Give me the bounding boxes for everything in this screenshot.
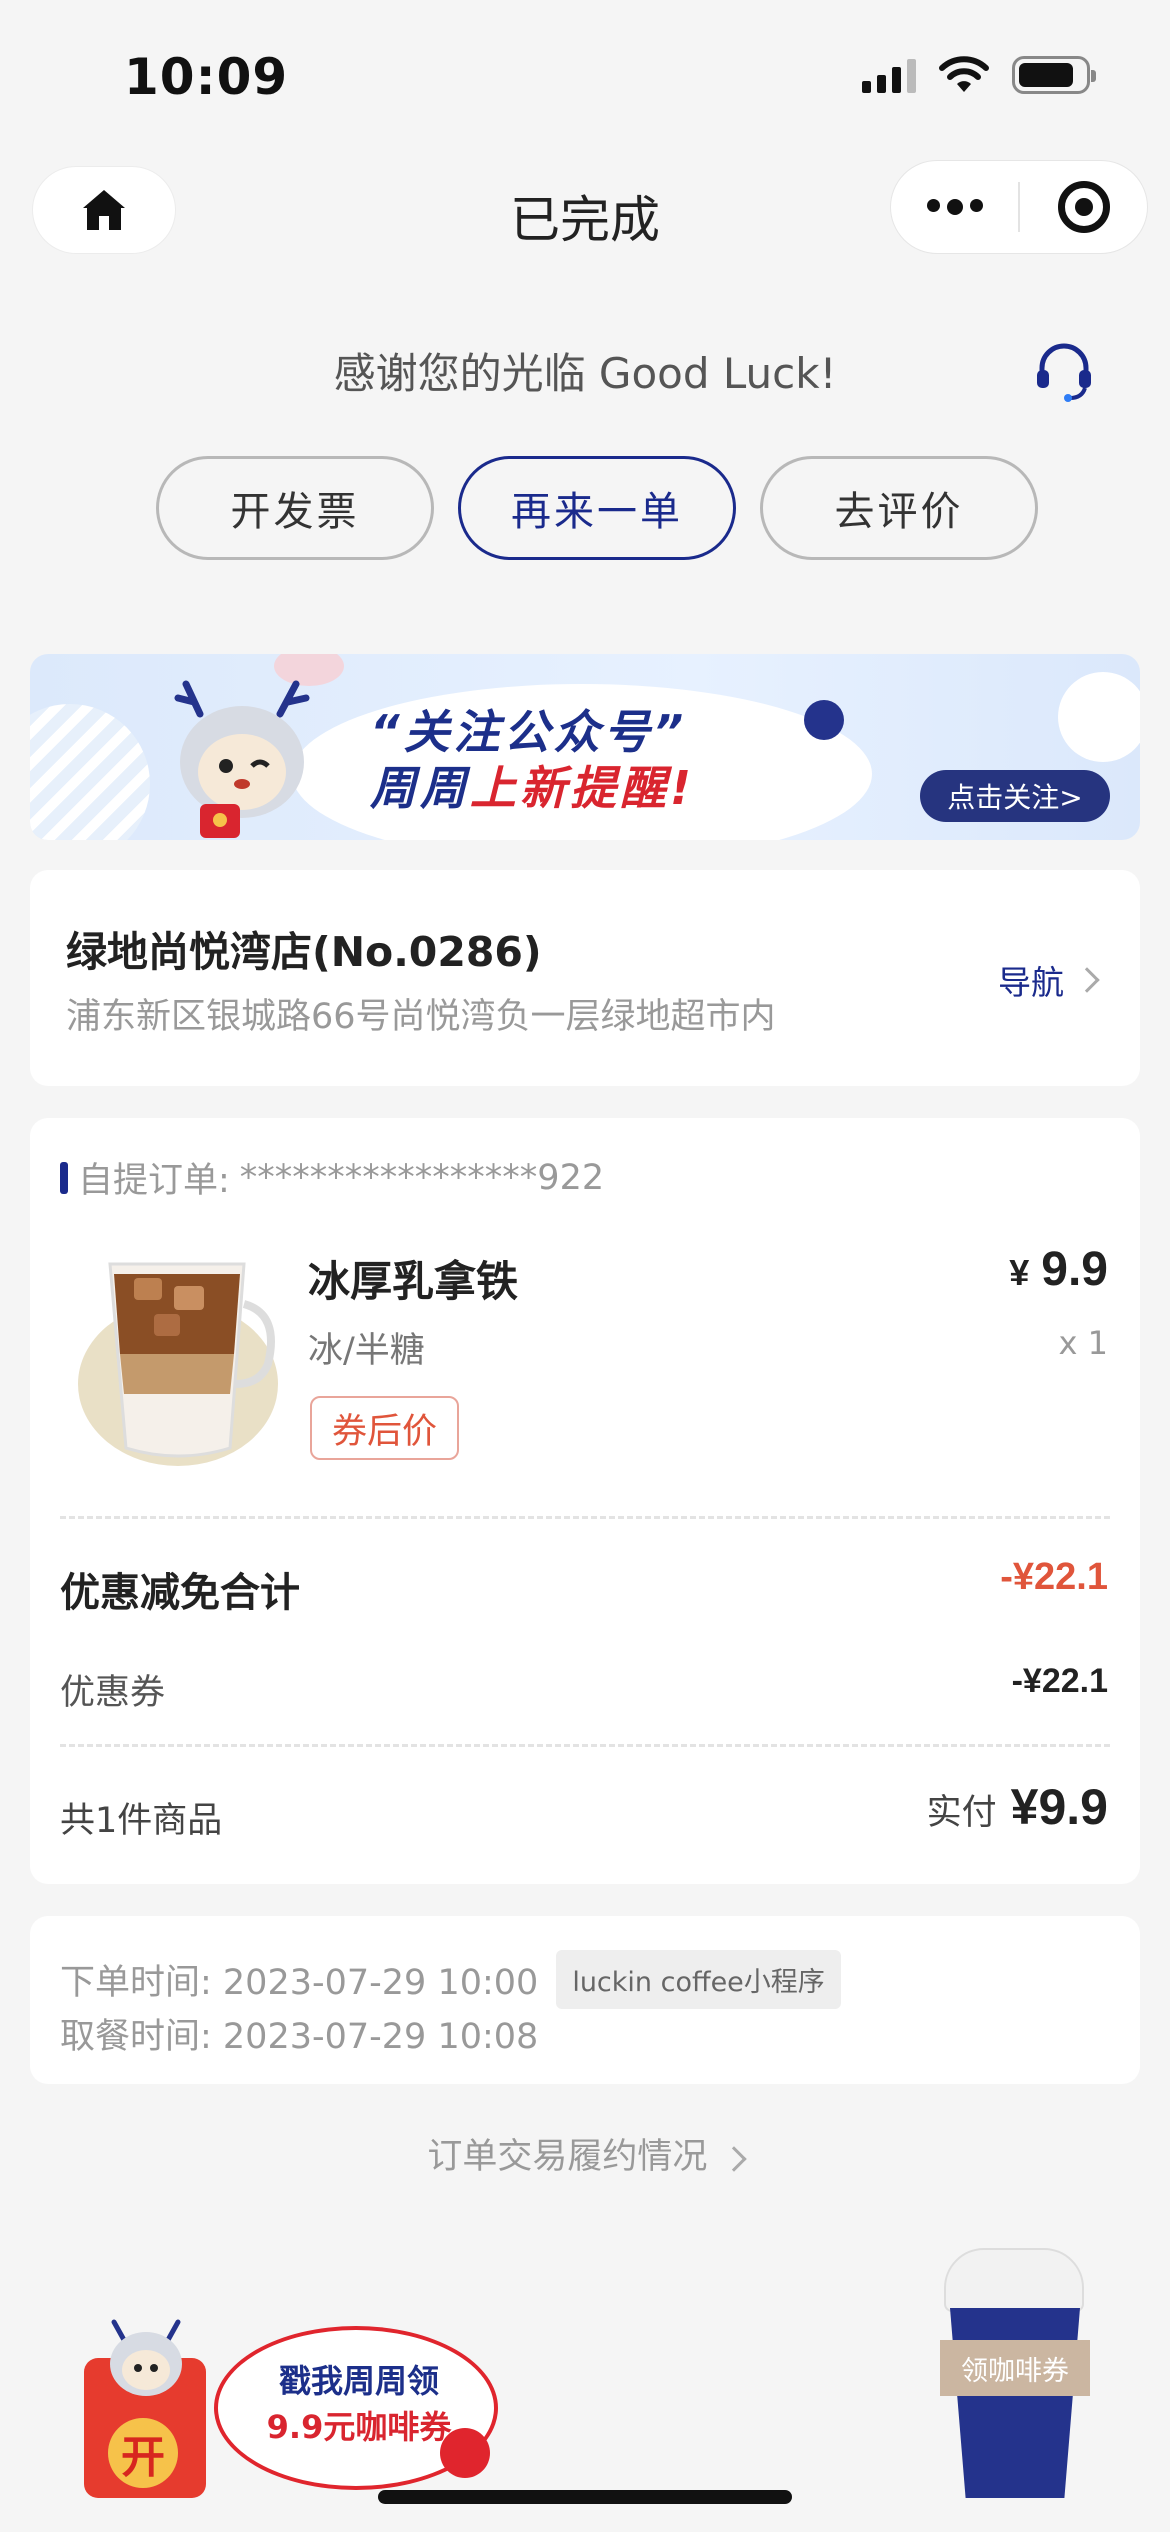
close-target-icon [1057, 181, 1110, 233]
miniprogram-capsule [890, 160, 1148, 254]
chevron-right-icon [720, 2146, 747, 2172]
banner-slogan: “关注公众号” 周周上新提醒! [370, 704, 695, 816]
cellular-signal-icon [862, 57, 916, 93]
order-card: 自提订单: *****************922 冰厚乳拿铁 冰/半糖 券后… [30, 1118, 1140, 1884]
order-source-badge: luckin coffee小程序 [556, 1950, 841, 2009]
store-address: 浦东新区银城路66号尚悦湾负一层绿地超市内 [66, 997, 776, 1037]
product-name: 冰厚乳拿铁 [308, 1257, 519, 1306]
coupon-value: -¥22.1 [1011, 1662, 1108, 1700]
close-miniprogram-button[interactable] [1020, 161, 1147, 253]
coffee-coupon-label: 领咖啡券 [940, 2340, 1090, 2396]
more-dots-icon [926, 199, 983, 215]
review-button[interactable]: 去评价 [760, 456, 1038, 560]
envelope-char: 开 [108, 2418, 178, 2488]
iced-latte-product-image [78, 1262, 278, 1466]
discount-total-label: 优惠减免合计 [60, 1570, 300, 1616]
cup-lid-icon [944, 2248, 1084, 2312]
divider [60, 1516, 1110, 1519]
store-card: 绿地尚悦湾店(No.0286) 浦东新区银城路66号尚悦湾负一层绿地超市内 导航 [30, 870, 1140, 1086]
follow-button[interactable]: 点击关注> [920, 770, 1110, 822]
wifi-icon [939, 56, 989, 92]
divider [60, 1744, 1110, 1747]
discount-total-value: -¥22.1 [1000, 1556, 1108, 1598]
item-count: 共1件商品 [60, 1801, 223, 1841]
get-coffee-coupon-float[interactable]: 领咖啡券 [940, 2248, 1090, 2508]
paid-label: 实付 [926, 1793, 997, 1833]
product-spec: 冰/半糖 [308, 1331, 425, 1371]
home-indicator[interactable] [378, 2490, 792, 2504]
pickup-time-row: 取餐时间: 2023-07-29 10:08 [60, 2008, 538, 2059]
order-header: 自提订单: *****************922 [60, 1152, 604, 1203]
order-number: *****************922 [239, 1157, 605, 1198]
coffee-cup-icon [950, 2308, 1080, 2498]
promo-line-1: 戳我周周领 [278, 2362, 439, 2400]
order-time-row: 下单时间: 2023-07-29 10:00 luckin coffee小程序 [60, 1950, 841, 2009]
promo-dot [440, 2428, 490, 2478]
chevron-right-icon [1074, 967, 1100, 993]
more-menu-button[interactable] [891, 161, 1018, 253]
follow-account-banner[interactable]: “关注公众号” 周周上新提醒! 点击关注> [30, 654, 1140, 840]
invoice-button[interactable]: 开发票 [156, 456, 434, 560]
navigate-label: 导航 [998, 963, 1064, 1002]
banner-line-2: 周周上新提醒! [370, 761, 695, 815]
order-time: 下单时间: 2023-07-29 10:00 [60, 1963, 539, 2003]
order-time-card: 下单时间: 2023-07-29 10:00 luckin coffee小程序 … [30, 1916, 1140, 2084]
status-time: 10:09 [124, 48, 289, 106]
deer-mascot-icon [174, 680, 310, 838]
customer-service-icon[interactable] [1032, 340, 1096, 404]
paid-value: ¥9.9 [1010, 1779, 1108, 1835]
battery-icon [1012, 56, 1096, 94]
order-type-label: 自提订单: [78, 1161, 230, 1201]
banner-line-1: “关注公众号” [370, 705, 688, 759]
reorder-button[interactable]: 再来一单 [458, 456, 736, 560]
status-bar: 10:09 [0, 0, 1170, 150]
pickup-time: 取餐时间: 2023-07-29 10:08 [60, 2017, 539, 2057]
product-price: ¥9.9 [1009, 1243, 1108, 1296]
paid-amount: 实付 ¥9.9 [927, 1778, 1108, 1836]
order-actions: 开发票 再来一单 去评价 [156, 456, 1038, 560]
fulfillment-link[interactable]: 订单交易履约情况 [0, 2128, 1170, 2179]
weekly-coupon-float[interactable]: 开 戳我周周领 9.9元咖啡券 [84, 2318, 504, 2508]
navigate-link[interactable]: 导航 [998, 956, 1100, 1004]
after-coupon-tag: 券后价 [310, 1396, 460, 1460]
deer-mascot-icon [110, 2319, 182, 2396]
status-icons [862, 56, 1096, 94]
coupon-label: 优惠券 [60, 1673, 166, 1713]
product-quantity: x 1 [1058, 1324, 1108, 1362]
store-name: 绿地尚悦湾店(No.0286) [66, 928, 542, 976]
fulfillment-label: 订单交易履约情况 [427, 2137, 708, 2177]
thanks-message: 感谢您的光临 Good Luck! [333, 349, 837, 398]
